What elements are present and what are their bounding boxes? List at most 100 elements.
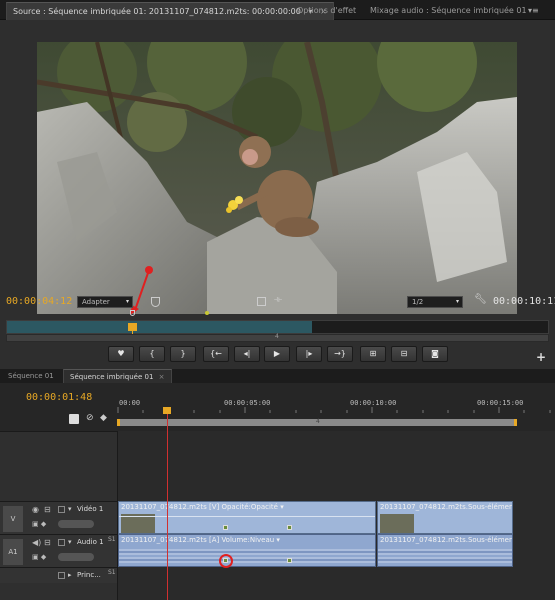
panel-menu-icon[interactable]: ▾≡ bbox=[528, 6, 539, 15]
button-editor-add[interactable]: + bbox=[536, 350, 546, 364]
shield-marker-icon[interactable] bbox=[151, 297, 160, 307]
film-icon[interactable] bbox=[257, 297, 266, 306]
video-clip-1-label: 20131107_074812.m2ts [V] Opacité:Opacité… bbox=[121, 503, 284, 511]
video-track-header: V ◉ ⊟ ▾ Vidéo 1 ▣ ◆ bbox=[0, 501, 117, 534]
go-to-in-button[interactable]: {← bbox=[203, 346, 229, 362]
eye-icon[interactable]: ◉ bbox=[32, 505, 39, 514]
chevron-down-icon: ▾ bbox=[455, 298, 459, 305]
step-forward-button[interactable]: |▸ bbox=[296, 346, 322, 362]
lock-toggle[interactable] bbox=[58, 539, 65, 546]
keyframe-nav[interactable] bbox=[58, 553, 94, 561]
timeline-playhead-handle[interactable] bbox=[163, 407, 171, 414]
source-monitor: 00:00:04:12 Adapter ▾ ⟛ 1/2 ▾ 🔧︎ 00:00:1… bbox=[0, 20, 555, 372]
marker-icon[interactable] bbox=[130, 310, 135, 316]
lock-toggle[interactable] bbox=[58, 506, 65, 513]
ruler-ticks bbox=[117, 407, 551, 413]
close-icon[interactable]: × bbox=[159, 373, 165, 381]
marker-dot[interactable] bbox=[205, 311, 209, 315]
audio-source-patch[interactable]: A1 bbox=[3, 539, 23, 565]
tab-nested-sequence[interactable]: Séquence imbriquée 01 × bbox=[63, 369, 172, 383]
zoom-scrollbar-grip: 4 bbox=[275, 333, 279, 340]
video-clip-2[interactable]: 20131107_074812.m2ts.Sous-élément( bbox=[377, 501, 513, 534]
resolution-select-value: 1/2 bbox=[412, 298, 424, 306]
split-icon[interactable]: ⟛ bbox=[274, 295, 282, 305]
insert-button[interactable]: ⊞ bbox=[360, 346, 386, 362]
mark-out-button[interactable]: } bbox=[170, 346, 196, 362]
sequence-timecode[interactable]: 00:00:01:48 bbox=[26, 392, 92, 403]
snap-icon[interactable] bbox=[69, 414, 79, 424]
video-clip-2-label: 20131107_074812.m2ts.Sous-élément( bbox=[380, 503, 512, 511]
audio-track-name: Audio 1 bbox=[77, 538, 104, 546]
premiere-window: Source : Séquence imbriquée 01: 20131107… bbox=[0, 0, 555, 600]
lock-toggle[interactable] bbox=[58, 572, 65, 579]
chevron-down-icon[interactable]: ▾ bbox=[68, 505, 72, 513]
ruler-label-0: 00:00 bbox=[119, 399, 141, 407]
export-frame-button[interactable]: ◙ bbox=[422, 346, 448, 362]
audio-clip-1-label: 20131107_074812.m2ts [A] Volume:Niveau ▾ bbox=[121, 536, 280, 544]
keyframe-display-icon[interactable]: ▣ ◆ bbox=[32, 553, 46, 561]
zoom-select-value: Adapter bbox=[82, 298, 110, 306]
audio-clip-2-label: 20131107_074812.m2ts.Sous-élément( bbox=[380, 536, 512, 544]
tab-sequence-01[interactable]: Séquence 01 bbox=[2, 369, 60, 383]
keyframe-display-icon[interactable]: ▣ ◆ bbox=[32, 520, 46, 528]
chevron-down-icon[interactable]: ▾ bbox=[68, 538, 72, 546]
master-track-name: Princ... bbox=[77, 571, 101, 579]
audio-track-header: A1 ◀) ⊟ ▾ Audio 1 S1 ▣ ◆ bbox=[0, 534, 117, 567]
link-icon[interactable]: ⊘ bbox=[86, 413, 94, 423]
zoom-scrollbar[interactable]: 4 bbox=[6, 333, 549, 342]
chevron-down-icon: ▾ bbox=[125, 298, 129, 305]
timeline-playhead[interactable] bbox=[167, 414, 168, 600]
tab-source[interactable]: Source : Séquence imbriquée 01: 20131107… bbox=[6, 2, 334, 20]
add-marker-icon[interactable]: ◆ bbox=[100, 413, 107, 423]
resolution-select[interactable]: 1/2 ▾ bbox=[407, 296, 463, 308]
audio-clip-1[interactable]: 20131107_074812.m2ts [A] Volume:Niveau ▾ bbox=[118, 534, 376, 568]
master-channel-badge: S1 bbox=[108, 569, 116, 576]
opacity-rubberband[interactable] bbox=[119, 516, 375, 517]
sync-lock-icon[interactable]: ⊟ bbox=[44, 505, 51, 514]
go-to-out-button[interactable]: →} bbox=[327, 346, 353, 362]
mark-in-button[interactable]: { bbox=[139, 346, 165, 362]
source-scrub-bar[interactable] bbox=[6, 320, 549, 336]
video-thumbnail bbox=[380, 514, 414, 533]
sequence-panel-tabbar: Séquence 01 Séquence imbriquée 01 × bbox=[0, 369, 555, 383]
master-track-header: ▸ Princ... S1 bbox=[0, 567, 117, 583]
monkey-on-rocks-frame bbox=[37, 42, 517, 314]
work-area-bar[interactable]: 4 bbox=[117, 418, 517, 426]
tab-audio-mixer-label: Mixage audio : Séquence imbriquée 01 bbox=[370, 6, 527, 15]
tab-effect-options-label: Options d'effet bbox=[297, 6, 357, 15]
video-source-patch[interactable]: V bbox=[3, 506, 23, 532]
keyframe[interactable] bbox=[287, 525, 292, 530]
source-current-timecode[interactable]: 00:00:04:12 bbox=[6, 296, 72, 307]
highlight-circle-annotation bbox=[219, 554, 233, 568]
keyframe[interactable] bbox=[287, 558, 292, 563]
audio-waveform bbox=[119, 549, 375, 563]
timeline-ruler[interactable]: 00:00 00:00:05:00 00:00:10:00 00:00:15:0… bbox=[117, 383, 555, 431]
add-marker-button[interactable]: ♥ bbox=[108, 346, 134, 362]
video-clip-1[interactable]: 20131107_074812.m2ts [V] Opacité:Opacité… bbox=[118, 501, 376, 534]
video-track-name: Vidéo 1 bbox=[77, 505, 104, 513]
timeline: 00:00:01:48 ⊘ ◆ 00:00 00:00:05:00 00:00:… bbox=[0, 383, 555, 600]
tab-effect-options[interactable]: Options d'effet bbox=[291, 2, 362, 20]
ruler-label-1: 00:00:05:00 bbox=[224, 399, 271, 407]
wrench-icon[interactable]: 🔧︎ bbox=[474, 294, 487, 305]
tab-nested-sequence-label: Séquence imbriquée 01 bbox=[70, 373, 154, 381]
keyframe-nav[interactable] bbox=[58, 520, 94, 528]
audio-channel-badge: S1 bbox=[108, 536, 116, 543]
chevron-right-icon[interactable]: ▸ bbox=[68, 571, 72, 579]
track-header-bottom bbox=[0, 583, 117, 600]
audio-waveform bbox=[378, 549, 512, 563]
ruler-label-3: 00:00:15:00 bbox=[477, 399, 524, 407]
track-header-empty bbox=[0, 431, 117, 501]
zoom-select[interactable]: Adapter ▾ bbox=[77, 296, 133, 308]
tab-sequence-01-label: Séquence 01 bbox=[8, 372, 54, 380]
audio-clip-2[interactable]: 20131107_074812.m2ts.Sous-élément( bbox=[377, 534, 513, 567]
speaker-icon[interactable]: ◀) bbox=[32, 538, 41, 547]
step-back-button[interactable]: ◂| bbox=[234, 346, 260, 362]
tab-audio-mixer[interactable]: Mixage audio : Séquence imbriquée 01 bbox=[364, 2, 533, 20]
sync-lock-icon[interactable]: ⊟ bbox=[44, 538, 51, 547]
time-ruler[interactable] bbox=[6, 310, 549, 318]
play-button[interactable]: ▶ bbox=[264, 346, 290, 362]
overwrite-button[interactable]: ⊟ bbox=[391, 346, 417, 362]
source-in-out-range bbox=[7, 321, 312, 333]
keyframe[interactable] bbox=[223, 525, 228, 530]
